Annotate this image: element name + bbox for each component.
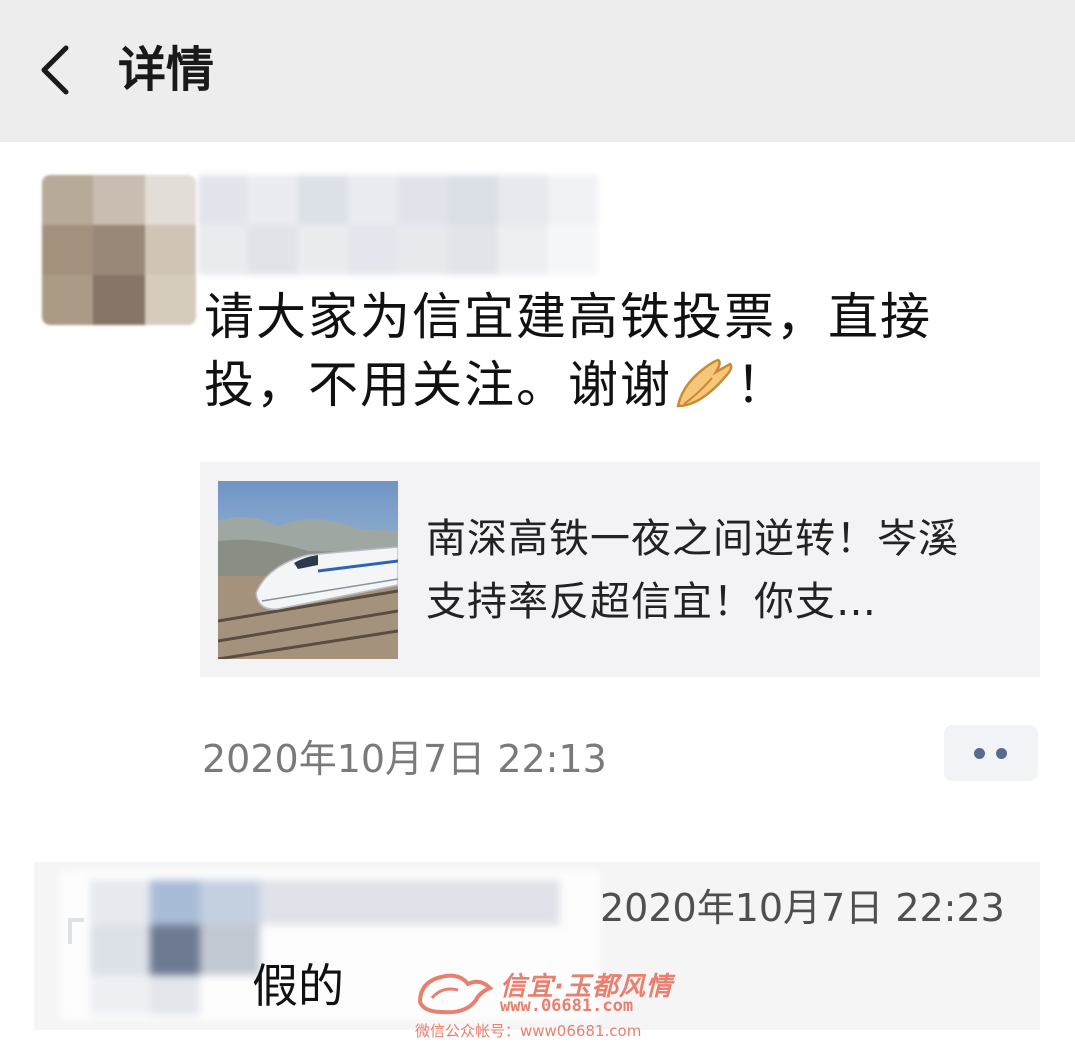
- more-dots-icon: [974, 748, 985, 759]
- chevron-left-icon: [41, 45, 69, 95]
- post-text-line-2: 投，不用关注。谢谢 ！: [204, 356, 788, 414]
- more-actions-button[interactable]: [944, 725, 1038, 781]
- article-title: 南深高铁一夜之间逆转！岑溪支持率反超信宜！你支…: [426, 516, 959, 625]
- post-timestamp: 2020年10月7日 22:13: [202, 737, 607, 781]
- comment-text: 假的: [252, 959, 344, 1013]
- top-bar: 详情: [0, 0, 1075, 142]
- more-dots-icon-2: [996, 748, 1007, 759]
- page-title: 详情: [118, 42, 215, 98]
- author-name-redacted[interactable]: [198, 175, 598, 275]
- pray-hands-icon: [672, 356, 736, 412]
- watermark-account: 微信公众帐号：www06681.com: [415, 1022, 642, 1040]
- watermark-url: www.06681.com: [500, 996, 634, 1016]
- back-button[interactable]: [30, 38, 90, 102]
- comment-timestamp: 2020年10月7日 22:23: [600, 886, 1005, 930]
- post-text-line-1: 请大家为信宜建高铁投票，直接: [204, 288, 932, 346]
- post-text: 请大家为信宜建高铁投票，直接 投，不用关注。谢谢 ！: [204, 283, 1024, 419]
- avatar[interactable]: [42, 175, 196, 325]
- article-thumbnail: [218, 481, 398, 659]
- shared-article-card[interactable]: 南深高铁一夜之间逆转！岑溪支持率反超信宜！你支…: [200, 462, 1040, 677]
